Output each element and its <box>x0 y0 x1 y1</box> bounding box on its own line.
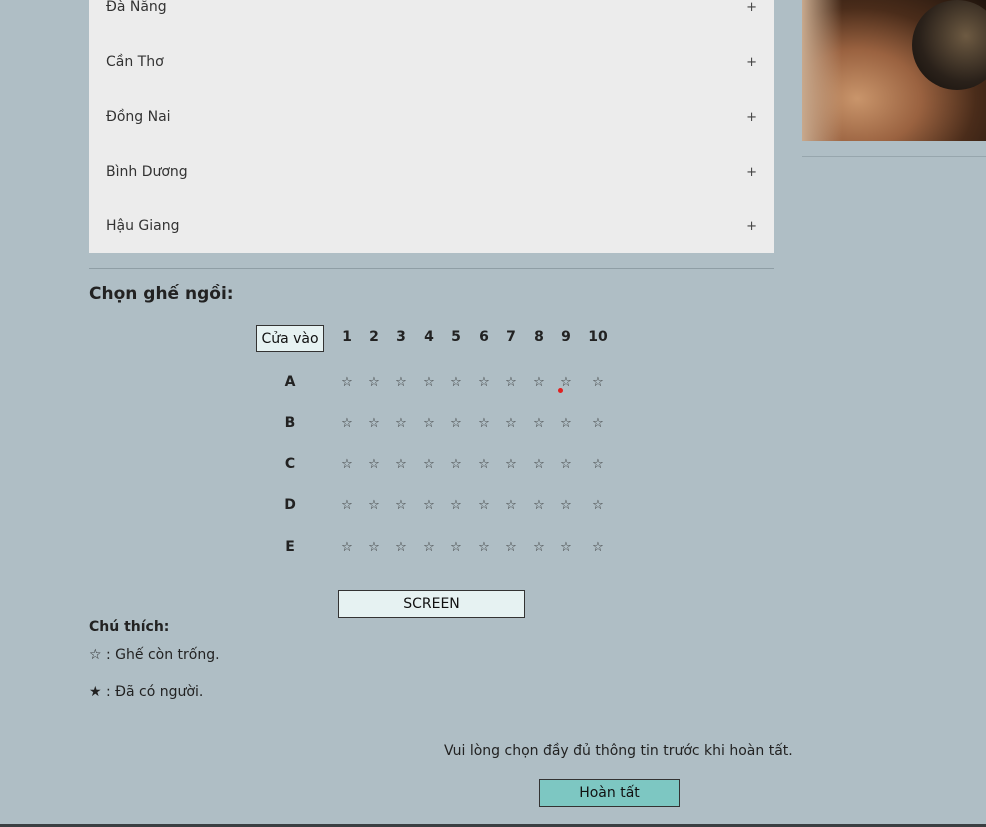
seat-empty-star-icon[interactable]: ☆ <box>588 416 608 431</box>
city-label: Bình Dương <box>106 164 188 180</box>
city-label: Đà Nẵng <box>106 0 167 15</box>
seat-empty-star-icon[interactable]: ☆ <box>474 540 494 555</box>
legend-empty-seat: ☆ : Ghế còn trống. <box>89 647 220 663</box>
seat-empty-star-icon[interactable]: ☆ <box>588 375 608 390</box>
expand-plus-icon[interactable]: + <box>746 219 757 234</box>
seat-empty-star-icon[interactable]: ☆ <box>391 375 411 390</box>
legend-taken-seat: ★ : Đã có người. <box>89 684 204 700</box>
seat-column-number: 10 <box>588 329 608 345</box>
seat-empty-star-icon[interactable]: ☆ <box>337 540 357 555</box>
expand-plus-icon[interactable]: + <box>746 55 757 70</box>
city-label: Cần Thơ <box>106 54 164 70</box>
city-item-dong-nai[interactable]: Đồng Nai + <box>89 102 774 132</box>
seat-column-number: 1 <box>342 329 352 345</box>
expand-plus-icon[interactable]: + <box>746 110 757 125</box>
seat-empty-star-icon[interactable]: ☆ <box>419 540 439 555</box>
finish-button[interactable]: Hoàn tất <box>539 779 680 807</box>
city-label: Hậu Giang <box>106 218 180 234</box>
seat-empty-star-icon[interactable]: ☆ <box>337 375 357 390</box>
city-item-hau-giang[interactable]: Hậu Giang + <box>89 211 774 241</box>
seat-empty-star-icon[interactable]: ☆ <box>446 457 466 472</box>
seat-empty-star-icon[interactable]: ☆ <box>474 416 494 431</box>
seat-empty-star-icon[interactable]: ☆ <box>419 375 439 390</box>
seat-selection-title: Chọn ghế ngồi: <box>89 284 234 304</box>
mouse-cursor-dot <box>558 388 563 393</box>
seat-empty-star-icon[interactable]: ☆ <box>364 416 384 431</box>
seat-empty-star-icon[interactable]: ☆ <box>337 457 357 472</box>
seat-empty-star-icon[interactable]: ☆ <box>501 416 521 431</box>
city-label: Đồng Nai <box>106 109 171 125</box>
expand-plus-icon[interactable]: + <box>746 0 757 15</box>
section-divider <box>89 268 774 269</box>
seat-empty-star-icon[interactable]: ☆ <box>501 375 521 390</box>
entrance-label: Cửa vào <box>256 325 324 352</box>
legend-title: Chú thích: <box>89 619 170 635</box>
seat-column-number: 6 <box>479 329 489 345</box>
seat-empty-star-icon[interactable]: ☆ <box>529 416 549 431</box>
seat-row-label: C <box>284 456 296 472</box>
seat-empty-star-icon[interactable]: ☆ <box>474 498 494 513</box>
city-item-da-nang[interactable]: Đà Nẵng + <box>89 0 774 22</box>
seat-empty-star-icon[interactable]: ☆ <box>419 498 439 513</box>
seat-empty-star-icon[interactable]: ☆ <box>556 498 576 513</box>
seat-empty-star-icon[interactable]: ☆ <box>588 540 608 555</box>
seat-column-number: 9 <box>561 329 571 345</box>
seat-row-label: A <box>284 374 296 390</box>
sidebar-divider <box>802 156 986 157</box>
seat-empty-star-icon[interactable]: ☆ <box>529 457 549 472</box>
seat-column-number: 5 <box>451 329 461 345</box>
seat-empty-star-icon[interactable]: ☆ <box>446 416 466 431</box>
completion-notice: Vui lòng chọn đầy đủ thông tin trước khi… <box>444 743 793 759</box>
seat-empty-star-icon[interactable]: ☆ <box>337 416 357 431</box>
seat-empty-star-icon[interactable]: ☆ <box>391 457 411 472</box>
seat-empty-star-icon[interactable]: ☆ <box>419 416 439 431</box>
seat-column-number: 8 <box>534 329 544 345</box>
seat-empty-star-icon[interactable]: ☆ <box>501 498 521 513</box>
seat-column-number: 3 <box>396 329 406 345</box>
seat-column-number: 4 <box>424 329 434 345</box>
seat-empty-star-icon[interactable]: ☆ <box>501 540 521 555</box>
seat-empty-star-icon[interactable]: ☆ <box>529 498 549 513</box>
expand-plus-icon[interactable]: + <box>746 165 757 180</box>
seat-empty-star-icon[interactable]: ☆ <box>588 498 608 513</box>
seat-column-number: 7 <box>506 329 516 345</box>
seat-empty-star-icon[interactable]: ☆ <box>529 375 549 390</box>
seat-empty-star-icon[interactable]: ☆ <box>556 457 576 472</box>
seat-empty-star-icon[interactable]: ☆ <box>474 457 494 472</box>
city-accordion: Đà Nẵng + Cần Thơ + Đồng Nai + Bình Dươn… <box>89 0 774 253</box>
seat-empty-star-icon[interactable]: ☆ <box>391 540 411 555</box>
seat-empty-star-icon[interactable]: ☆ <box>501 457 521 472</box>
seat-empty-star-icon[interactable]: ☆ <box>364 457 384 472</box>
seat-empty-star-icon[interactable]: ☆ <box>446 498 466 513</box>
seat-row-label: D <box>284 497 296 513</box>
seat-empty-star-icon[interactable]: ☆ <box>364 498 384 513</box>
seat-empty-star-icon[interactable]: ☆ <box>446 540 466 555</box>
seat-empty-star-icon[interactable]: ☆ <box>364 375 384 390</box>
seat-empty-star-icon[interactable]: ☆ <box>419 457 439 472</box>
seat-row-label: E <box>285 539 295 555</box>
screen-indicator: SCREEN <box>338 590 525 618</box>
seat-empty-star-icon[interactable]: ☆ <box>556 416 576 431</box>
seat-empty-star-icon[interactable]: ☆ <box>588 457 608 472</box>
city-item-can-tho[interactable]: Cần Thơ + <box>89 47 774 77</box>
seat-empty-star-icon[interactable]: ☆ <box>391 416 411 431</box>
seat-empty-star-icon[interactable]: ☆ <box>337 498 357 513</box>
seat-empty-star-icon[interactable]: ☆ <box>556 540 576 555</box>
movie-poster-image <box>802 0 986 141</box>
seat-empty-star-icon[interactable]: ☆ <box>474 375 494 390</box>
seat-column-number: 2 <box>369 329 379 345</box>
seat-empty-star-icon[interactable]: ☆ <box>446 375 466 390</box>
seat-empty-star-icon[interactable]: ☆ <box>364 540 384 555</box>
city-item-binh-duong[interactable]: Bình Dương + <box>89 157 774 187</box>
seat-empty-star-icon[interactable]: ☆ <box>391 498 411 513</box>
seat-empty-star-icon[interactable]: ☆ <box>529 540 549 555</box>
seat-row-label: B <box>284 415 296 431</box>
